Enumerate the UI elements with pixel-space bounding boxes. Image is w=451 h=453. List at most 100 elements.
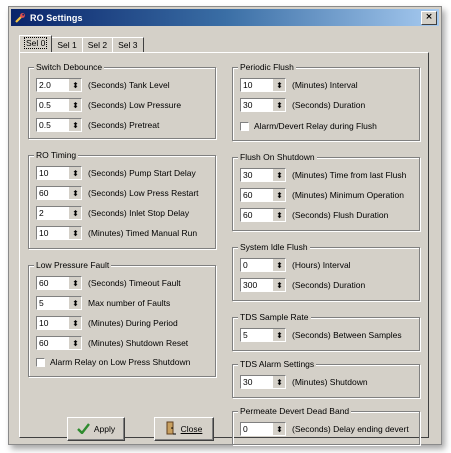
window-title: RO Settings — [30, 12, 83, 23]
inlet-stop-delay-row: 2 ⬍ (Seconds) Inlet Stop Delay — [36, 206, 189, 220]
tank-level-label: (Seconds) Tank Level — [88, 80, 170, 90]
close-label: Close — [180, 424, 203, 434]
group-title: TDS Sample Rate — [238, 311, 311, 323]
between-samples-label: (Seconds) Between Samples — [292, 330, 402, 340]
tds-sample-rate-group: TDS Sample Rate 5 ⬍ (Seconds) Between Sam… — [232, 311, 420, 351]
flush-interval-label: (Minutes) Interval — [292, 80, 358, 90]
inlet-stop-delay-label: (Seconds) Inlet Stop Delay — [88, 208, 190, 218]
spin-arrows-icon[interactable]: ⬍ — [69, 79, 81, 91]
tank-level-spinner[interactable]: 2.0 ⬍ — [36, 78, 82, 92]
during-period-label: (Minutes) During Period — [88, 318, 178, 328]
apply-label: Apply — [93, 424, 116, 434]
spin-arrows-icon[interactable]: ⬍ — [273, 376, 285, 388]
group-title: Permeate Devert Dead Band — [238, 405, 352, 417]
pump-start-delay-spinner[interactable]: 10 ⬍ — [36, 166, 82, 180]
idle-interval-label: (Hours) Interval — [292, 260, 351, 270]
pump-start-delay-label: (Seconds) Pump Start Delay — [88, 168, 196, 178]
timeout-fault-row: 60 ⬍ (Seconds) Timeout Fault — [36, 276, 181, 290]
shutdown-reset-spinner[interactable]: 60 ⬍ — [36, 336, 82, 350]
group-title: Low Pressure Fault — [34, 259, 112, 271]
switch-debounce-group: Switch Debounce 2.0 ⬍ (Seconds) Tank Leve… — [28, 61, 216, 139]
group-title: Periodic Flush — [238, 61, 296, 73]
flush-on-shutdown-group: Flush On Shutdown 30 ⬍ (Minutes) Time fro… — [232, 151, 420, 231]
alarm-relay-low-press-checkbox[interactable]: Alarm Relay on Low Press Shutdown — [36, 356, 190, 368]
timed-manual-run-label: (Minutes) Timed Manual Run — [88, 228, 198, 238]
max-faults-row: 5 ⬍ Max number of Faults — [36, 296, 170, 310]
tab-sel-2[interactable]: Sel 2 — [81, 37, 114, 52]
close-button[interactable]: Close — [154, 417, 214, 441]
spin-arrows-icon[interactable]: ⬍ — [69, 207, 81, 219]
low-pressure-spinner[interactable]: 0.5 ⬍ — [36, 98, 82, 112]
tank-level-row: 2.0 ⬍ (Seconds) Tank Level — [36, 78, 170, 92]
idle-duration-spinner[interactable]: 300 ⬍ — [240, 278, 286, 292]
spin-arrows-icon[interactable]: ⬍ — [69, 119, 81, 131]
flush-interval-spinner[interactable]: 10 ⬍ — [240, 78, 286, 92]
spin-arrows-icon[interactable]: ⬍ — [273, 79, 285, 91]
spin-arrows-icon[interactable]: ⬍ — [273, 189, 285, 201]
group-title: TDS Alarm Settings — [238, 358, 317, 370]
spin-arrows-icon[interactable]: ⬍ — [69, 337, 81, 349]
spin-arrows-icon[interactable]: ⬍ — [69, 277, 81, 289]
timeout-fault-spinner[interactable]: 60 ⬍ — [36, 276, 82, 290]
idle-duration-row: 300 ⬍ (Seconds) Duration — [240, 278, 365, 292]
group-title: Switch Debounce — [34, 61, 105, 73]
tab-sel-1[interactable]: Sel 1 — [51, 37, 83, 52]
timed-manual-run-row: 10 ⬍ (Minutes) Timed Manual Run — [36, 226, 197, 240]
shutdown-flush-duration-row: 60 ⬍ (Seconds) Flush Duration — [240, 208, 388, 222]
low-pressure-fault-group: Low Pressure Fault 60 ⬍ (Seconds) Timeout… — [28, 259, 216, 377]
during-period-spinner[interactable]: 10 ⬍ — [36, 316, 82, 330]
flush-interval-row: 10 ⬍ (Minutes) Interval — [240, 78, 358, 92]
tab-sel-0[interactable]: Sel 0 — [19, 35, 53, 52]
tds-alarm-settings-group: TDS Alarm Settings 30 ⬍ (Minutes) Shutdow… — [232, 358, 420, 398]
spin-arrows-icon[interactable]: ⬍ — [69, 99, 81, 111]
tab-sel-3[interactable]: Sel 3 — [112, 37, 144, 52]
checkbox-box[interactable] — [36, 357, 45, 367]
pretreat-spinner[interactable]: 0.5 ⬍ — [36, 118, 82, 132]
close-window-button[interactable]: × — [421, 11, 437, 25]
idle-interval-row: 0 ⬍ (Hours) Interval — [240, 258, 351, 272]
spin-arrows-icon[interactable]: ⬍ — [69, 187, 81, 199]
apply-button[interactable]: Apply — [67, 417, 125, 441]
door-exit-icon — [166, 421, 177, 437]
delay-ending-devert-spinner[interactable]: 0 ⬍ — [240, 422, 286, 436]
time-from-last-flush-spinner[interactable]: 30 ⬍ — [240, 168, 286, 182]
spin-arrows-icon[interactable]: ⬍ — [273, 329, 285, 341]
low-press-restart-spinner[interactable]: 60 ⬍ — [36, 186, 82, 200]
checkbox-label: Alarm/Devert Relay during Flush — [254, 121, 377, 131]
timed-manual-run-spinner[interactable]: 10 ⬍ — [36, 226, 82, 240]
shutdown-flush-duration-spinner[interactable]: 60 ⬍ — [240, 208, 286, 222]
low-pressure-row: 0.5 ⬍ (Seconds) Low Pressure — [36, 98, 181, 112]
shutdown-flush-duration-label: (Seconds) Flush Duration — [292, 210, 389, 220]
spin-arrows-icon[interactable]: ⬍ — [273, 99, 285, 111]
spin-arrows-icon[interactable]: ⬍ — [69, 227, 81, 239]
max-faults-label: Max number of Faults — [88, 298, 171, 308]
max-faults-spinner[interactable]: 5 ⬍ — [36, 296, 82, 310]
low-pressure-label: (Seconds) Low Pressure — [88, 100, 182, 110]
spin-arrows-icon[interactable]: ⬍ — [69, 317, 81, 329]
spin-arrows-icon[interactable]: ⬍ — [273, 209, 285, 221]
low-press-restart-row: 60 ⬍ (Seconds) Low Press Restart — [36, 186, 199, 200]
alarm-devert-relay-checkbox[interactable]: Alarm/Devert Relay during Flush — [240, 120, 377, 132]
pretreat-row: 0.5 ⬍ (Seconds) Pretreat — [36, 118, 159, 132]
between-samples-spinner[interactable]: 5 ⬍ — [240, 328, 286, 342]
flush-duration-spinner[interactable]: 30 ⬍ — [240, 98, 286, 112]
idle-interval-spinner[interactable]: 0 ⬍ — [240, 258, 286, 272]
spin-arrows-icon[interactable]: ⬍ — [273, 423, 285, 435]
system-idle-flush-group: System Idle Flush 0 ⬍ (Hours) Interval 30… — [232, 241, 420, 301]
spin-arrows-icon[interactable]: ⬍ — [69, 167, 81, 179]
inlet-stop-delay-spinner[interactable]: 2 ⬍ — [36, 206, 82, 220]
minimum-operation-row: 60 ⬍ (Minutes) Minimum Operation — [240, 188, 404, 202]
spin-arrows-icon[interactable]: ⬍ — [273, 279, 285, 291]
spin-arrows-icon[interactable]: ⬍ — [273, 259, 285, 271]
ro-timing-group: RO Timing 10 ⬍ (Seconds) Pump Start Delay… — [28, 149, 216, 249]
time-from-last-flush-label: (Minutes) Time from last Flush — [292, 170, 407, 180]
spin-arrows-icon[interactable]: ⬍ — [273, 169, 285, 181]
tds-shutdown-spinner[interactable]: 30 ⬍ — [240, 375, 286, 389]
spin-arrows-icon[interactable]: ⬍ — [69, 297, 81, 309]
checkbox-box[interactable] — [240, 121, 249, 131]
timeout-fault-label: (Seconds) Timeout Fault — [88, 278, 181, 288]
title-bar[interactable]: RO Settings × — [11, 9, 439, 26]
minimum-operation-spinner[interactable]: 60 ⬍ — [240, 188, 286, 202]
checkmark-icon — [77, 422, 90, 436]
tab-panel: Switch Debounce 2.0 ⬍ (Seconds) Tank Leve… — [19, 52, 429, 445]
